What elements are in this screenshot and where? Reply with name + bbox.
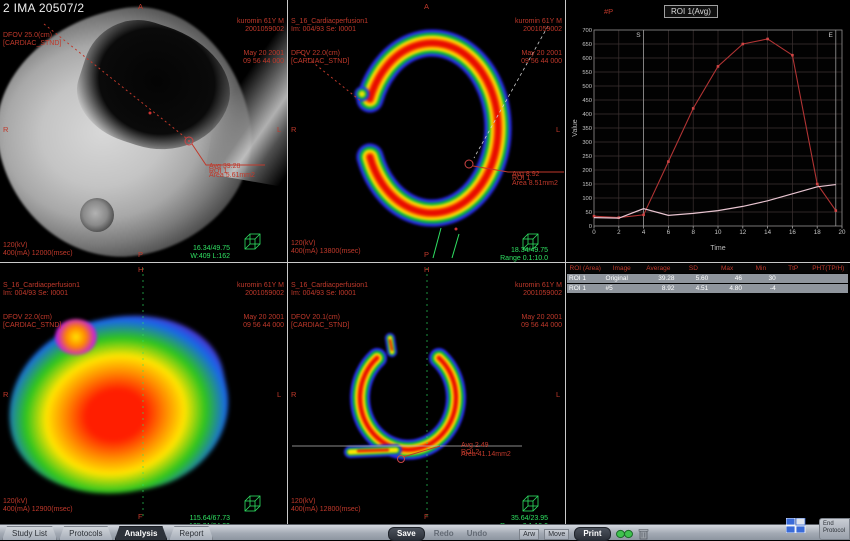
action-buttons: Save Redo Undo Arw Move Print [388,527,649,541]
orientation-top: H [424,265,429,274]
series-title: 2 IMA 20507/2 [3,1,84,15]
svg-text:16: 16 [789,229,796,236]
move-tool-button[interactable]: Move [544,529,569,540]
range-text: 18.34/49.75Range 0.1:10.0 [462,231,548,262]
svg-text:20: 20 [839,229,846,236]
svg-text:450: 450 [582,98,592,104]
ct-image-vessel [80,198,114,232]
svg-text:50: 50 [586,210,592,216]
scan-header-text: S_16_Cardiacperfusion1Im: 004/93 Se: I00… [291,266,368,346]
orientation-bottom: F [138,512,143,521]
orientation-bottom: F [424,512,429,521]
undo-button[interactable]: Undo [463,528,491,540]
svg-text:300: 300 [582,140,592,146]
orientation-top: H [138,265,143,274]
orientation-right: L [277,390,281,399]
svg-text:600: 600 [582,56,592,62]
orientation-left: R [291,125,296,134]
svg-text:Value: Value [572,119,579,136]
table-row[interactable]: ROI 1 #5 8.92 4.51 4.80 -4 [567,284,848,293]
tech-info: 120(kV)400(mA) 12900(msec) Thickness: 2.… [3,482,73,524]
range-text: 115.64/67.73105.91/64.29 [148,499,230,524]
roi-label[interactable]: ROI 2 [461,449,479,457]
viewport-layout-icon[interactable] [786,518,806,533]
tab-study-list[interactable]: Study List [2,526,57,540]
svg-text:12: 12 [739,229,746,236]
svg-text:8: 8 [691,229,695,236]
tab-report[interactable]: Report [169,526,213,540]
svg-text:250: 250 [582,154,592,160]
tech-info: 120(kV)400(mA) 12800(msec) Thickness: 2.… [291,482,361,524]
mode-tabs: Study List Protocols Analysis Report [2,526,215,540]
range-text: 35.64/23.95Range 0.1:10.0 [462,499,548,524]
time-density-chart: 0 50 100 150 200 250 300 350 400 450 500 550 600 650 7… [570,16,848,256]
patient-info: kuromin 61Y M2001059002 May 20 200109 56… [200,2,284,82]
window-level-text: 16.34/49.75W:409 L:162 [148,229,230,262]
svg-text:14: 14 [764,229,771,236]
svg-text:10: 10 [715,229,722,236]
chart-title: ROI 1(Avg) [664,5,718,18]
orientation-bottom: P [424,250,429,259]
orientation-left: R [3,125,8,134]
table-header-row: ROI (Area) Image Average SD Max Min TtP … [567,264,848,273]
roi-results-table: ROI (Area) Image Average SD Max Min TtP … [567,264,848,293]
svg-text:700: 700 [582,28,592,34]
app: 2 IMA 20507/2 DFOV 25.0(cm)[CARDIAC_STND… [0,0,850,540]
tech-info: 120(kV)400(mA) 13800(msec) Thickness: 2.… [291,224,361,262]
orientation-bottom: P [138,250,143,259]
scan-header-text: S_16_Cardiacperfusion1Im: 004/93 Se: I00… [3,266,80,346]
svg-text:100: 100 [582,196,592,202]
svg-text:4: 4 [642,229,646,236]
svg-text:E: E [828,32,833,39]
orientation-right: L [556,125,560,134]
table-row[interactable]: ROI 1 Original 39.28 5.60 46 30 [567,274,848,283]
svg-text:S: S [636,32,641,39]
roi-label[interactable]: ROI 1 [209,168,227,176]
svg-text:Time: Time [710,245,725,252]
scan-header-text: S_16_Cardiacperfusion1Im: 004/93 Se: I00… [291,2,368,82]
tab-protocols[interactable]: Protocols [59,526,112,540]
orientation-left: R [3,390,8,399]
orientation-top: A [138,2,143,11]
svg-text:550: 550 [582,70,592,76]
viewport-perfusion-long-axis[interactable]: S_16_Cardiacperfusion1Im: 004/93 Se: I00… [0,263,287,524]
orientation-right: L [277,125,281,134]
svg-text:400: 400 [582,112,592,118]
tab-analysis[interactable]: Analysis [115,526,168,540]
orientation-right: L [556,390,560,399]
glasses-icon[interactable] [616,529,633,539]
viewport-perfusion-short-axis[interactable]: S_16_Cardiacperfusion1Im: 004/93 Se: I00… [288,0,565,262]
patient-info: kuromin 61Y M2001059002 May 20 200109 56… [200,266,284,346]
end-protocol-button[interactable]: End Protocol [819,518,850,540]
patient-info: kuromin 61Y M2001059002 May 20 200109 56… [478,2,562,82]
svg-text:650: 650 [582,42,592,48]
orientation-left: R [291,390,296,399]
save-button[interactable]: Save [388,527,425,541]
scan-header-text: DFOV 25.0(cm)[CARDIAC_STND] [3,16,61,64]
arrow-tool-button[interactable]: Arw [519,529,539,540]
viewport-ct-axial[interactable]: 2 IMA 20507/2 DFOV 25.0(cm)[CARDIAC_STND… [0,0,287,262]
trash-icon[interactable] [638,528,649,540]
print-button[interactable]: Print [574,527,610,541]
svg-text:0: 0 [592,229,596,236]
viewport-divider-horizontal [0,262,850,263]
patient-info: kuromin 61Y M2001059002 May 20 200109 56… [478,266,562,346]
svg-text:6: 6 [667,229,671,236]
roi-label[interactable]: ROI 1 [512,175,530,183]
svg-text:2: 2 [617,229,621,236]
viewport-perfusion-two-chamber[interactable]: S_16_Cardiacperfusion1Im: 004/93 Se: I00… [288,263,565,524]
svg-text:200: 200 [582,168,592,174]
svg-text:350: 350 [582,126,592,132]
bottom-toolbar: Study List Protocols Analysis Report Sav… [0,524,850,540]
orientation-top: A [424,2,429,11]
svg-text:150: 150 [582,182,592,188]
svg-text:18: 18 [814,229,821,236]
redo-button[interactable]: Redo [430,528,458,540]
chart-legend-note: #P [604,7,613,16]
svg-text:500: 500 [582,84,592,90]
tech-info: 120(kV)400(mA) 12000(msec) Thickness: 2.… [3,226,85,262]
